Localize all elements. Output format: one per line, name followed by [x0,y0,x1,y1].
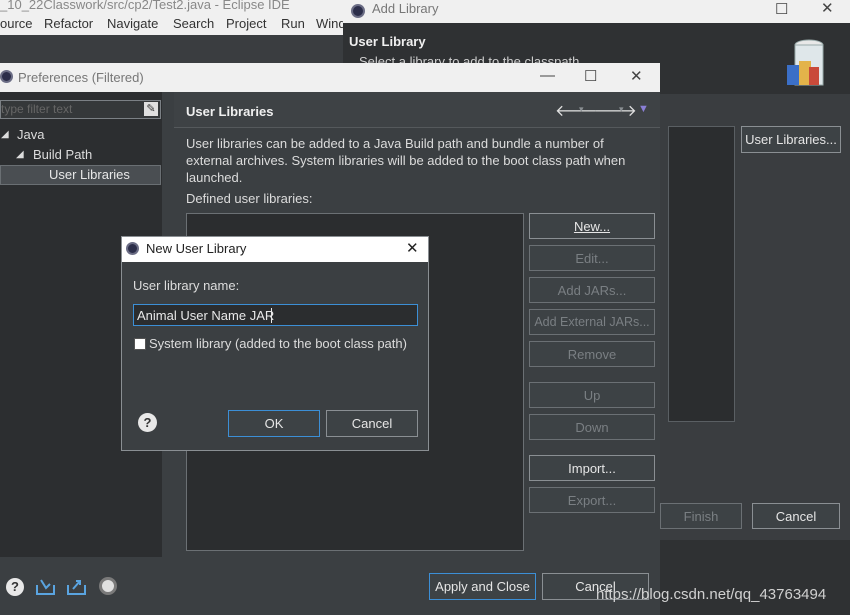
menu-project[interactable]: Project [226,16,266,31]
back-arrow-icon[interactable]: 🡐 [555,100,598,121]
export-preferences-icon[interactable] [66,577,88,597]
back-dropdown-icon[interactable]: ▾ [579,104,584,115]
filter-input-box[interactable]: type filter text ✎ [0,100,161,119]
view-menu-icon[interactable]: ▼ [638,103,649,115]
new-user-library-dialog: New User Library ✕ User library name: An… [121,236,429,451]
add-library-title-bar: Add Library ☐ ✕ [343,0,850,23]
menu-window[interactable]: Wind [316,16,346,31]
new-button[interactable]: New... [529,213,655,239]
page-header: User Libraries 🡐 ▾ 🡒 ▾ ▼ [174,92,660,128]
page-description: User libraries can be added to a Java Bu… [186,136,626,185]
maximize-icon[interactable]: ☐ [584,67,597,85]
menu-run[interactable]: Run [281,16,305,31]
preferences-title: Preferences (Filtered) [18,70,144,85]
new-user-library-title-bar: New User Library ✕ [122,237,428,262]
forward-arrow-icon[interactable]: 🡒 [594,100,637,121]
apply-and-close-button[interactable]: Apply and Close [429,573,536,600]
tree-item-user-libraries[interactable]: User Libraries [49,167,130,182]
add-jars-button[interactable]: Add JARs... [529,277,655,303]
menu-navigate[interactable]: Navigate [107,16,158,31]
tree-item-java[interactable]: Java [17,127,44,142]
eclipse-gear-icon [126,242,139,255]
preferences-button-bar: ? Apply and Close Cancel [0,557,660,615]
close-icon[interactable]: ✕ [821,0,834,17]
import-preferences-icon[interactable] [35,577,57,597]
menu-source[interactable]: ource [0,16,33,31]
eclipse-toolbar: ▣ ⊘ ▶ ❚❚ ■ ⋈ ↴ ↷ ↗ ≣ ⇄ ✱ ▾ ● [0,35,345,92]
add-library-heading: User Library [349,34,426,49]
clear-filter-icon[interactable]: ✎ [144,102,158,116]
new-button-label: New... [573,218,611,234]
help-icon[interactable]: ? [6,578,24,596]
menu-refactor[interactable]: Refactor [44,16,93,31]
page-title: User Libraries [186,104,274,119]
system-library-checkbox[interactable] [134,338,146,350]
preferences-title-bar: Preferences (Filtered) — ☐ ✕ [0,63,660,92]
add-library-title: Add Library [372,1,439,16]
down-button[interactable]: Down [529,414,655,440]
user-libraries-button[interactable]: User Libraries... [741,126,841,153]
library-name-input-box[interactable]: Animal User Name JAR [133,304,418,326]
menu-search[interactable]: Search [173,16,214,31]
tree-expand-build-path-icon[interactable]: ◢ [16,149,24,160]
add-library-list[interactable] [668,126,735,422]
maximize-icon[interactable]: ☐ [775,0,788,18]
tree-item-user-libraries-selected[interactable]: User Libraries [0,165,161,185]
watermark: https://blog.csdn.net/qq_43763494 [596,586,827,603]
add-external-jars-button[interactable]: Add External JARs... [529,309,655,335]
edit-button[interactable]: Edit... [529,245,655,271]
library-books-icon [787,39,824,86]
record-icon[interactable] [99,577,117,595]
add-library-cancel-button[interactable]: Cancel [752,503,840,529]
filter-input[interactable]: type filter text [1,102,72,116]
ok-button[interactable]: OK [228,410,320,437]
tree-expand-java-icon[interactable]: ◢ [1,129,9,140]
close-icon[interactable]: ✕ [630,67,643,85]
eclipse-menu-bar: ource Refactor Navigate Search Project R… [0,15,346,35]
close-icon[interactable]: ✕ [406,239,419,257]
export-button[interactable]: Export... [529,487,655,513]
help-icon[interactable]: ? [138,413,157,432]
remove-button[interactable]: Remove [529,341,655,367]
new-user-library-title: New User Library [146,241,247,256]
finish-button[interactable]: Finish [660,503,742,529]
tree-item-build-path[interactable]: Build Path [33,147,92,162]
new-library-cancel-button[interactable]: Cancel [326,410,418,437]
import-button[interactable]: Import... [529,455,655,481]
library-name-input[interactable]: Animal User Name JAR [137,308,274,323]
defined-libraries-label: Defined user libraries: [186,191,313,206]
eclipse-gear-icon [0,70,13,83]
up-button[interactable]: Up [529,382,655,408]
minimize-icon[interactable]: — [540,67,555,84]
eclipse-gear-icon [351,4,365,18]
text-cursor [271,308,272,323]
system-library-label[interactable]: System library (added to the boot class … [149,336,407,351]
eclipse-title: _10_22Classwork/src/cp2/Test2.java - Ecl… [0,0,290,12]
forward-dropdown-icon[interactable]: ▾ [619,104,624,115]
library-name-label: User library name: [133,278,240,293]
